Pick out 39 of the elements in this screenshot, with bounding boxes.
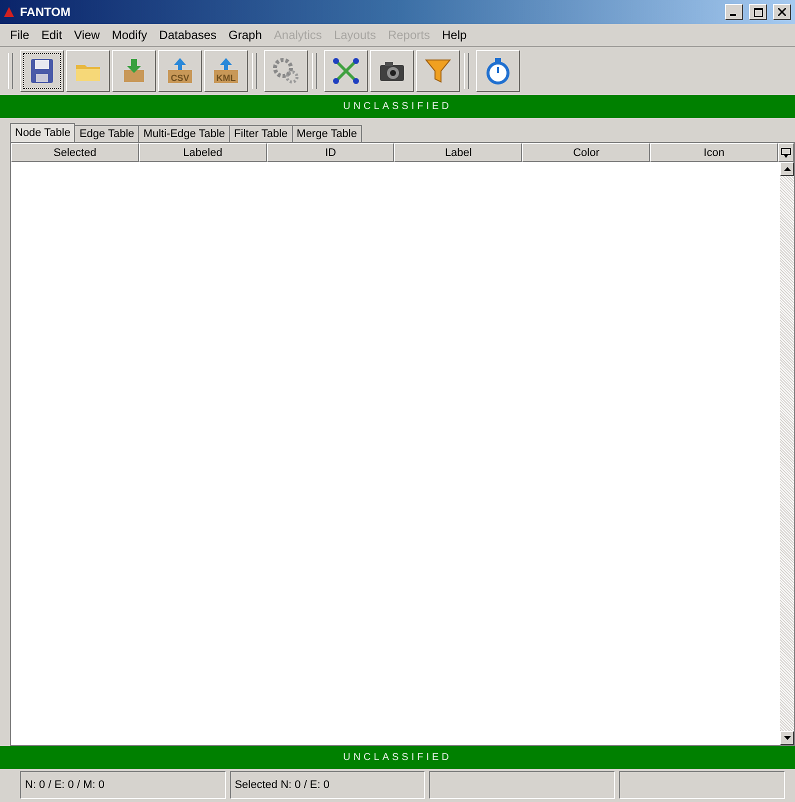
menu-item[interactable]: View [68,28,106,42]
menu-item[interactable]: Help [436,28,473,42]
column-header[interactable]: ID [266,143,394,162]
minimize-button[interactable] [725,4,743,20]
close-button[interactable] [773,4,791,20]
tab[interactable]: Merge Table [292,125,362,142]
gears-icon [271,56,301,86]
down-arrow-icon [784,736,790,740]
vertical-scrollbar[interactable] [780,162,794,745]
status-field: N: 0 / E: 0 / M: 0 [20,771,226,799]
toolbar-button[interactable] [370,50,414,92]
column-header[interactable]: Labeled [138,143,267,162]
scroll-up-button[interactable] [780,162,794,176]
menu-item[interactable]: Edit [35,28,68,42]
column-chooser-icon[interactable] [778,143,794,162]
toolbar-button[interactable] [324,50,368,92]
tab[interactable]: Edge Table [74,125,140,142]
app-logo-icon [4,7,14,17]
scroll-down-button[interactable] [780,731,794,745]
maximize-icon [754,8,762,16]
maximize-button[interactable] [749,4,767,20]
column-header[interactable]: Icon [650,143,778,162]
toolbar-button[interactable] [20,50,64,92]
network-graph-icon [331,56,361,86]
menu-item[interactable]: Graph [222,28,268,42]
classification-text: UNCLASSIFIED [343,101,452,112]
column-header[interactable]: Selected [11,143,139,162]
window-title: FANTOM [20,5,70,19]
up-arrow-icon [784,167,790,171]
status-field: Selected N: 0 / E: 0 [230,771,426,799]
tab[interactable]: Multi-Edge Table [138,125,230,142]
column-header[interactable]: Label [394,143,522,162]
tab[interactable]: Node Table [10,123,76,142]
menu-item[interactable]: Modify [106,28,154,42]
menu-item[interactable]: Databases [153,28,223,42]
classification-text: UNCLASSIFIED [343,752,452,763]
menu-item[interactable]: File [4,28,36,42]
close-icon [778,8,786,16]
column-header[interactable]: Color [522,143,650,162]
